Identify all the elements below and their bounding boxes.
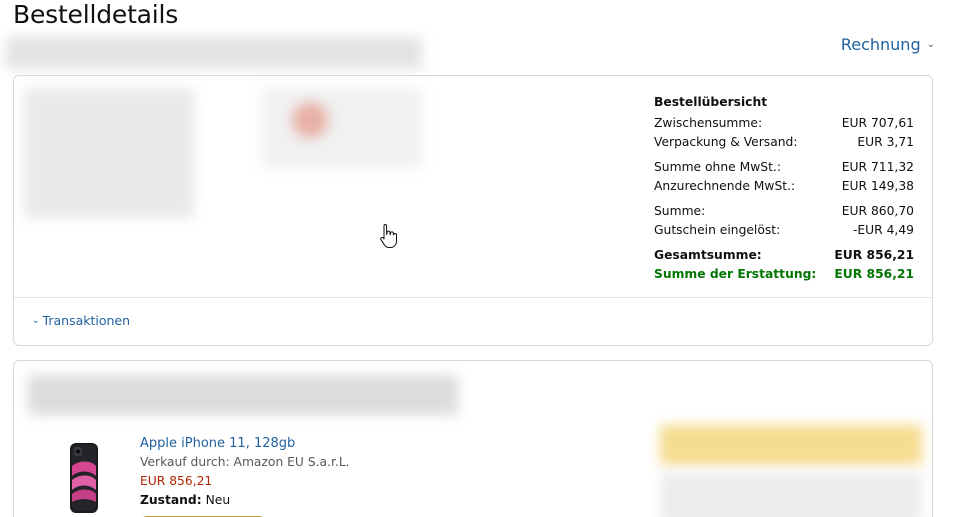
product-condition: Zustand: Neu — [140, 493, 231, 507]
shipment-card: Apple iPhone 11, 128gb Verkauf durch: Am… — [13, 360, 933, 517]
product-seller: Verkauf durch: Amazon EU S.a.r.L. — [140, 455, 350, 469]
summary-row-vat: Anzurechnende MwSt.: EUR 149,38 — [654, 179, 914, 193]
summary-row-shipping: Verpackung & Versand: EUR 3,71 — [654, 135, 914, 149]
summary-row-net: Summe ohne MwSt.: EUR 711,32 — [654, 160, 914, 174]
invoice-label: Rechnung — [840, 35, 921, 54]
product-price: EUR 856,21 — [140, 474, 213, 488]
page-title: Bestelldetails — [13, 0, 179, 29]
card-divider — [14, 297, 932, 298]
summary-row-total: Gesamtsumme: EUR 856,21 — [654, 248, 914, 262]
redacted-address — [24, 88, 194, 218]
hand-cursor-icon — [380, 224, 397, 248]
redacted-delivery-status — [28, 375, 458, 415]
product-info: Apple iPhone 11, 128gb Verkauf durch: Am… — [140, 434, 350, 510]
order-summary-card: Bestellübersicht Zwischensumme: EUR 707,… — [13, 75, 933, 346]
summary-row-voucher: Gutschein eingelöst: -EUR 4,49 — [654, 223, 914, 237]
transactions-label: Transaktionen — [42, 313, 131, 328]
iphone-product-image — [70, 443, 98, 513]
summary-heading: Bestellübersicht — [654, 95, 768, 109]
summary-row-sum: Summe: EUR 860,70 — [654, 204, 914, 218]
redacted-action-buttons-2 — [660, 473, 922, 517]
redacted-action-buttons — [660, 425, 922, 465]
redacted-card-logo — [292, 102, 328, 138]
redacted-order-info — [6, 37, 422, 69]
chevron-down-icon: ⌄ — [926, 39, 935, 50]
summary-row-subtotal: Zwischensumme: EUR 707,61 — [654, 116, 914, 130]
summary-row-refund: Summe der Erstattung: EUR 856,21 — [654, 267, 914, 281]
product-name-link[interactable]: Apple iPhone 11, 128gb — [140, 434, 350, 453]
chevron-down-icon: ⌄ — [32, 315, 40, 326]
redacted-payment — [262, 88, 422, 168]
order-summary: Bestellübersicht Zwischensumme: EUR 707,… — [654, 93, 914, 284]
invoice-dropdown[interactable]: Rechnung ⌄ — [841, 35, 935, 54]
transactions-toggle[interactable]: ⌄ Transaktionen — [32, 313, 130, 328]
